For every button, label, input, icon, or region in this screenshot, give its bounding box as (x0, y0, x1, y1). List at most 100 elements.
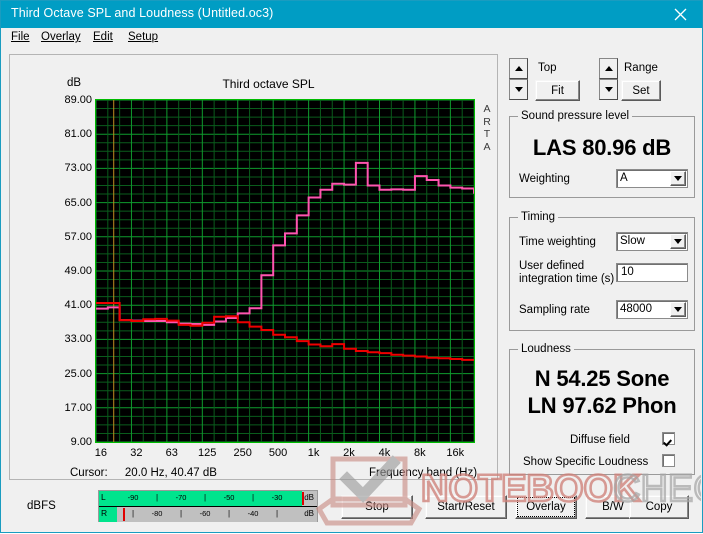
menu-label-edit: Edit (93, 31, 113, 43)
level-meter-left-row: L -90 | -70 | -50 | -30 dB (99, 491, 317, 506)
loudness-group: Loudness N 54.25 Sone LN 97.62 Phon Diff… (509, 349, 695, 475)
meter-tick-mark: | (252, 493, 254, 502)
integration-time-input[interactable]: 10 (616, 263, 688, 282)
meter-tick-mark: | (132, 509, 134, 518)
sampling-rate-value: 48000 (620, 303, 652, 315)
chevron-down-icon[interactable] (670, 302, 686, 317)
window-title: Third Octave SPL and Loudness (Untitled.… (11, 6, 273, 20)
top-spinner-up-button[interactable] (509, 58, 528, 79)
time-weighting-label: Time weighting (519, 236, 596, 248)
weighting-select[interactable]: A (616, 169, 688, 188)
menu-label-file: File (11, 31, 30, 43)
y-tick-label-0: 9.00 (38, 436, 92, 448)
meter-tick-mark: | (204, 493, 206, 502)
menu-item-overlay[interactable]: Overlay (41, 31, 81, 43)
menu-item-file[interactable]: File (11, 31, 30, 43)
meter-tick-top-3: -30 (272, 493, 283, 502)
x-tick-label-3: 125 (198, 447, 216, 459)
set-button[interactable]: Set (621, 80, 661, 101)
top-spinner[interactable] (509, 58, 528, 100)
meter-tick-top-1: -70 (176, 493, 187, 502)
y-tick-label-3: 33.00 (38, 333, 92, 345)
level-meter-right-peak (123, 508, 125, 521)
level-meter-left-unit: dB (304, 493, 314, 502)
cursor-readout: Cursor: 20.0 Hz, 40.47 dB (70, 467, 217, 479)
integration-time-value: 10 (621, 266, 634, 278)
meter-tick-mark: | (180, 509, 182, 518)
timing-legend: Timing (518, 211, 558, 223)
triangle-up-icon (605, 66, 613, 71)
chevron-down-icon[interactable] (670, 171, 686, 186)
show-specific-loudness-checkbox[interactable] (662, 454, 675, 467)
x-tick-label-2: 63 (166, 447, 178, 459)
diffuse-field-checkbox[interactable] (662, 432, 675, 445)
close-icon[interactable] (658, 1, 702, 28)
meter-tick-mark: | (276, 509, 278, 518)
diffuse-field-label: Diffuse field (570, 434, 630, 446)
chart-title: Third octave SPL (10, 77, 497, 91)
x-tick-label-1: 32 (130, 447, 142, 459)
meter-tick-bottom-0: -80 (152, 509, 163, 518)
cursor-label: Cursor: (70, 467, 108, 479)
loudness-phon-reading: LN 97.62 Phon (510, 393, 694, 419)
y-tick-label-4: 41.00 (38, 299, 92, 311)
x-tick-label-8: 4k (379, 447, 391, 459)
y-axis-tick-labels: 9.0017.0025.0033.0041.0049.0057.0065.007… (34, 99, 92, 443)
application-window: Third Octave SPL and Loudness (Untitled.… (0, 0, 703, 533)
level-meter-right-unit: dB (304, 509, 314, 518)
copy-button[interactable]: Copy (629, 495, 689, 519)
y-tick-label-9: 81.00 (38, 128, 92, 140)
top-label: Top (538, 62, 557, 74)
y-tick-label-5: 49.00 (38, 265, 92, 277)
cursor-value: 20.0 Hz, 40.47 dB (125, 467, 217, 479)
x-axis-title: Frequency band (Hz) (369, 467, 477, 479)
time-weighting-select[interactable]: Slow (616, 232, 688, 251)
sampling-rate-select[interactable]: 48000 (616, 300, 688, 319)
x-axis-tick-labels: 1632631252505001k2k4k8k16k (95, 447, 475, 463)
menu-item-edit[interactable]: Edit (93, 31, 113, 43)
menu-label-overlay: Overlay (41, 31, 81, 43)
overlay-button[interactable]: Overlay (515, 495, 577, 519)
menu-item-setup[interactable]: Setup (128, 31, 158, 43)
fit-button[interactable]: Fit (535, 80, 580, 101)
loudness-legend: Loudness (518, 343, 574, 355)
weighting-label: Weighting (519, 173, 570, 185)
range-spinner-down-button[interactable] (599, 79, 618, 100)
x-tick-label-5: 500 (269, 447, 287, 459)
loudness-sone-reading: N 54.25 Sone (510, 366, 694, 392)
y-tick-label-7: 65.00 (38, 197, 92, 209)
triangle-down-icon (515, 87, 523, 92)
level-meter-right-row: R | -80 | -60 | -40 | dB (99, 506, 317, 522)
y-tick-label-1: 17.00 (38, 402, 92, 414)
arta-watermark-label: ARTA (480, 103, 494, 153)
y-tick-label-2: 25.00 (38, 368, 92, 380)
menu-label-setup: Setup (128, 31, 158, 43)
meter-tick-bottom-1: -60 (200, 509, 211, 518)
timing-group: Timing Time weighting Slow User defined … (509, 217, 695, 331)
meter-tick-top-2: -50 (224, 493, 235, 502)
x-tick-label-0: 16 (95, 447, 107, 459)
x-tick-label-10: 16k (446, 447, 464, 459)
dbfs-label: dBFS (27, 500, 56, 512)
top-spinner-down-button[interactable] (509, 79, 528, 100)
meter-tick-top-0: -90 (128, 493, 139, 502)
y-tick-label-6: 57.00 (38, 231, 92, 243)
meter-tick-bottom-2: -40 (248, 509, 259, 518)
title-bar: Third Octave SPL and Loudness (Untitled.… (1, 1, 702, 28)
x-tick-label-7: 2k (343, 447, 355, 459)
stop-button[interactable]: Stop (341, 495, 413, 519)
sound-pressure-level-group: Sound pressure level LAS 80.96 dB Weight… (509, 116, 695, 198)
range-label: Range (624, 62, 658, 74)
y-tick-label-10: 89.00 (38, 94, 92, 106)
triangle-up-icon (515, 66, 523, 71)
show-specific-loudness-label: Show Specific Loudness (523, 456, 648, 468)
chart-plot-area[interactable] (95, 99, 475, 443)
sound-pressure-level-legend: Sound pressure level (518, 110, 632, 122)
start-reset-button[interactable]: Start/Reset (425, 495, 507, 519)
chart-panel: dB Third octave SPL 9.0017.0025.0033.004… (9, 54, 498, 480)
menu-bar: File Overlay Edit Setup (1, 28, 702, 47)
range-spinner-up-button[interactable] (599, 58, 618, 79)
range-spinner[interactable] (599, 58, 618, 100)
meter-tick-mark: | (228, 509, 230, 518)
chevron-down-icon[interactable] (670, 234, 686, 249)
